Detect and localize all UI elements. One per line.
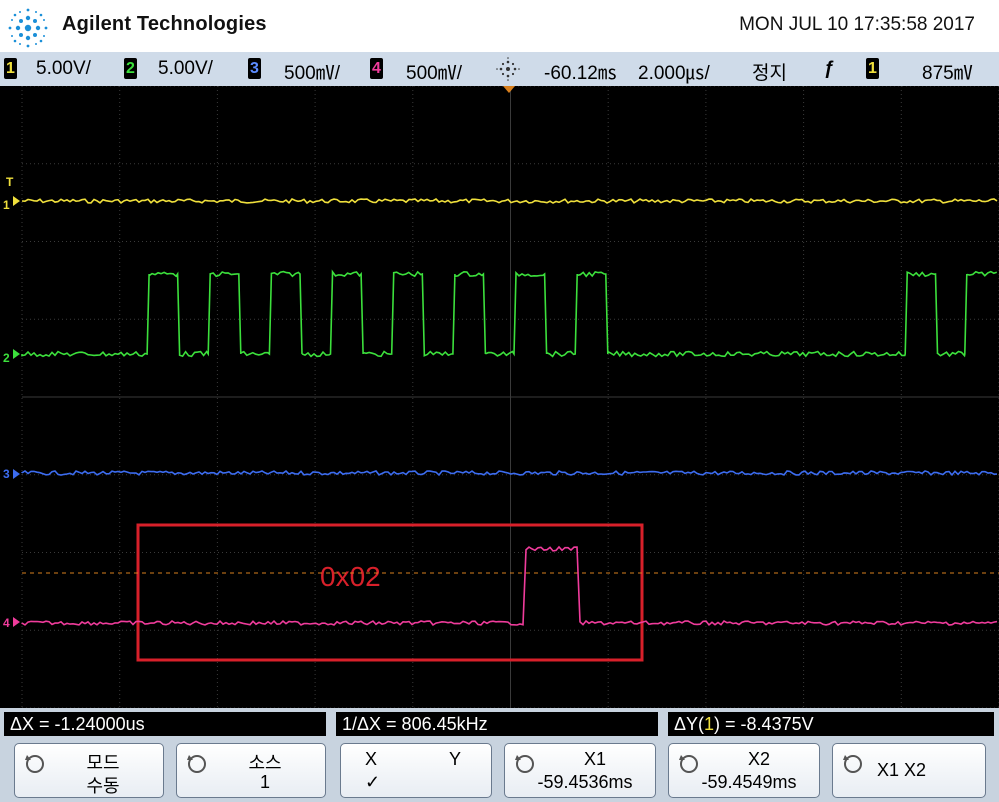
- softkey-bar: 모드 수동 소스 1 X Y ✓ X1 -59.4536ms X2 -59.45…: [0, 740, 999, 802]
- ch4-arrow: [13, 617, 20, 627]
- x1-title: X1: [583, 749, 607, 769]
- x2-title: X2: [747, 749, 771, 769]
- rotate-knob-icon: [843, 755, 862, 773]
- x1x2-softkey[interactable]: X1 X2: [832, 743, 986, 798]
- measurement-bar: ΔX = -1.24000us 1/ΔX = 806.45kHz ΔY(1) =…: [0, 708, 999, 740]
- ch3-badge[interactable]: 3: [248, 58, 261, 79]
- x1-softkey[interactable]: X1 -59.4536ms: [504, 743, 656, 798]
- ch4-badge[interactable]: 4: [370, 58, 383, 79]
- x1x2-label: X1 X2: [877, 760, 927, 780]
- ch1-arrow: [13, 196, 20, 206]
- rotate-knob-icon: [25, 755, 44, 773]
- annotation-label: 0x02: [320, 561, 381, 592]
- date-time: MON JUL 10 17:35:58 2017: [739, 14, 975, 35]
- ch4-trace: [21, 545, 998, 627]
- agilent-spark-logo: [8, 8, 48, 48]
- y-label: Y: [449, 749, 462, 769]
- trigger-marker: T: [6, 175, 14, 189]
- annotation-rectangle: [136, 523, 644, 662]
- delta-x-readout: ΔX = -1.24000us: [4, 712, 326, 736]
- ch1-badge[interactable]: 1: [4, 58, 17, 79]
- delta-y-readout: ΔY(1) = -8.4375V: [668, 712, 994, 736]
- ch3-ground-marker: 3: [3, 467, 10, 481]
- mode-value: 수동: [86, 776, 120, 796]
- ch3-arrow: [13, 469, 20, 479]
- x1-value: -59.4536ms: [537, 772, 633, 792]
- inverse-delta-x-readout: 1/ΔX = 806.45kHz: [336, 712, 658, 736]
- ch4-scale[interactable]: 500㎷/: [406, 58, 462, 85]
- title-bar: Agilent Technologies MON JUL 10 17:35:58…: [0, 0, 999, 52]
- run-state: 정지: [752, 63, 787, 84]
- status-bar: 1 5.00V/ 2 5.00V/ 3 500㎷/ 4 500㎷/ -60.12…: [0, 52, 999, 86]
- ch2-badge[interactable]: 2: [124, 58, 137, 79]
- ch2-trace: [21, 269, 998, 358]
- trigger-position-marker: [503, 86, 515, 93]
- graticule-grid: [21, 85, 999, 709]
- trigger-edge-icon: ƒ: [824, 58, 835, 79]
- brand-name: Agilent Technologies: [62, 13, 267, 35]
- timebase-value[interactable]: 2.000㎲/: [638, 58, 710, 85]
- ch3-scale[interactable]: 500㎷/: [284, 58, 340, 85]
- waveform-graticule: 0x02 T 1 2 3 4: [3, 85, 999, 709]
- waveform-display[interactable]: 0x02 T 1 2 3 4: [0, 85, 999, 709]
- x-label: X: [365, 749, 378, 769]
- mode-softkey[interactable]: 모드 수동: [14, 743, 164, 798]
- x2-value: -59.4549ms: [701, 772, 797, 792]
- trigger-source-badge[interactable]: 1: [866, 58, 879, 79]
- ch4-ground-marker: 4: [3, 616, 10, 630]
- ch1-scale[interactable]: 5.00V/: [36, 58, 91, 80]
- ch2-scale[interactable]: 5.00V/: [158, 58, 213, 80]
- ch2-arrow: [13, 349, 20, 359]
- check-icon: ✓: [365, 772, 381, 792]
- rotate-knob-icon: [187, 755, 206, 773]
- delay-reference-icon: [496, 57, 520, 81]
- source-softkey[interactable]: 소스 1: [176, 743, 326, 798]
- annotation-box: [136, 523, 644, 662]
- source-value: 1: [259, 772, 270, 792]
- xy-cursor-softkey[interactable]: X Y ✓: [340, 743, 492, 798]
- trigger-level[interactable]: 875㎷: [922, 58, 973, 85]
- x2-softkey[interactable]: X2 -59.4549ms: [668, 743, 820, 798]
- ch2-ground-marker: 2: [3, 351, 10, 365]
- delay-value[interactable]: -60.12㎳: [544, 58, 617, 85]
- ch1-trace: [21, 198, 998, 205]
- ch1-ground-marker: 1: [3, 198, 10, 212]
